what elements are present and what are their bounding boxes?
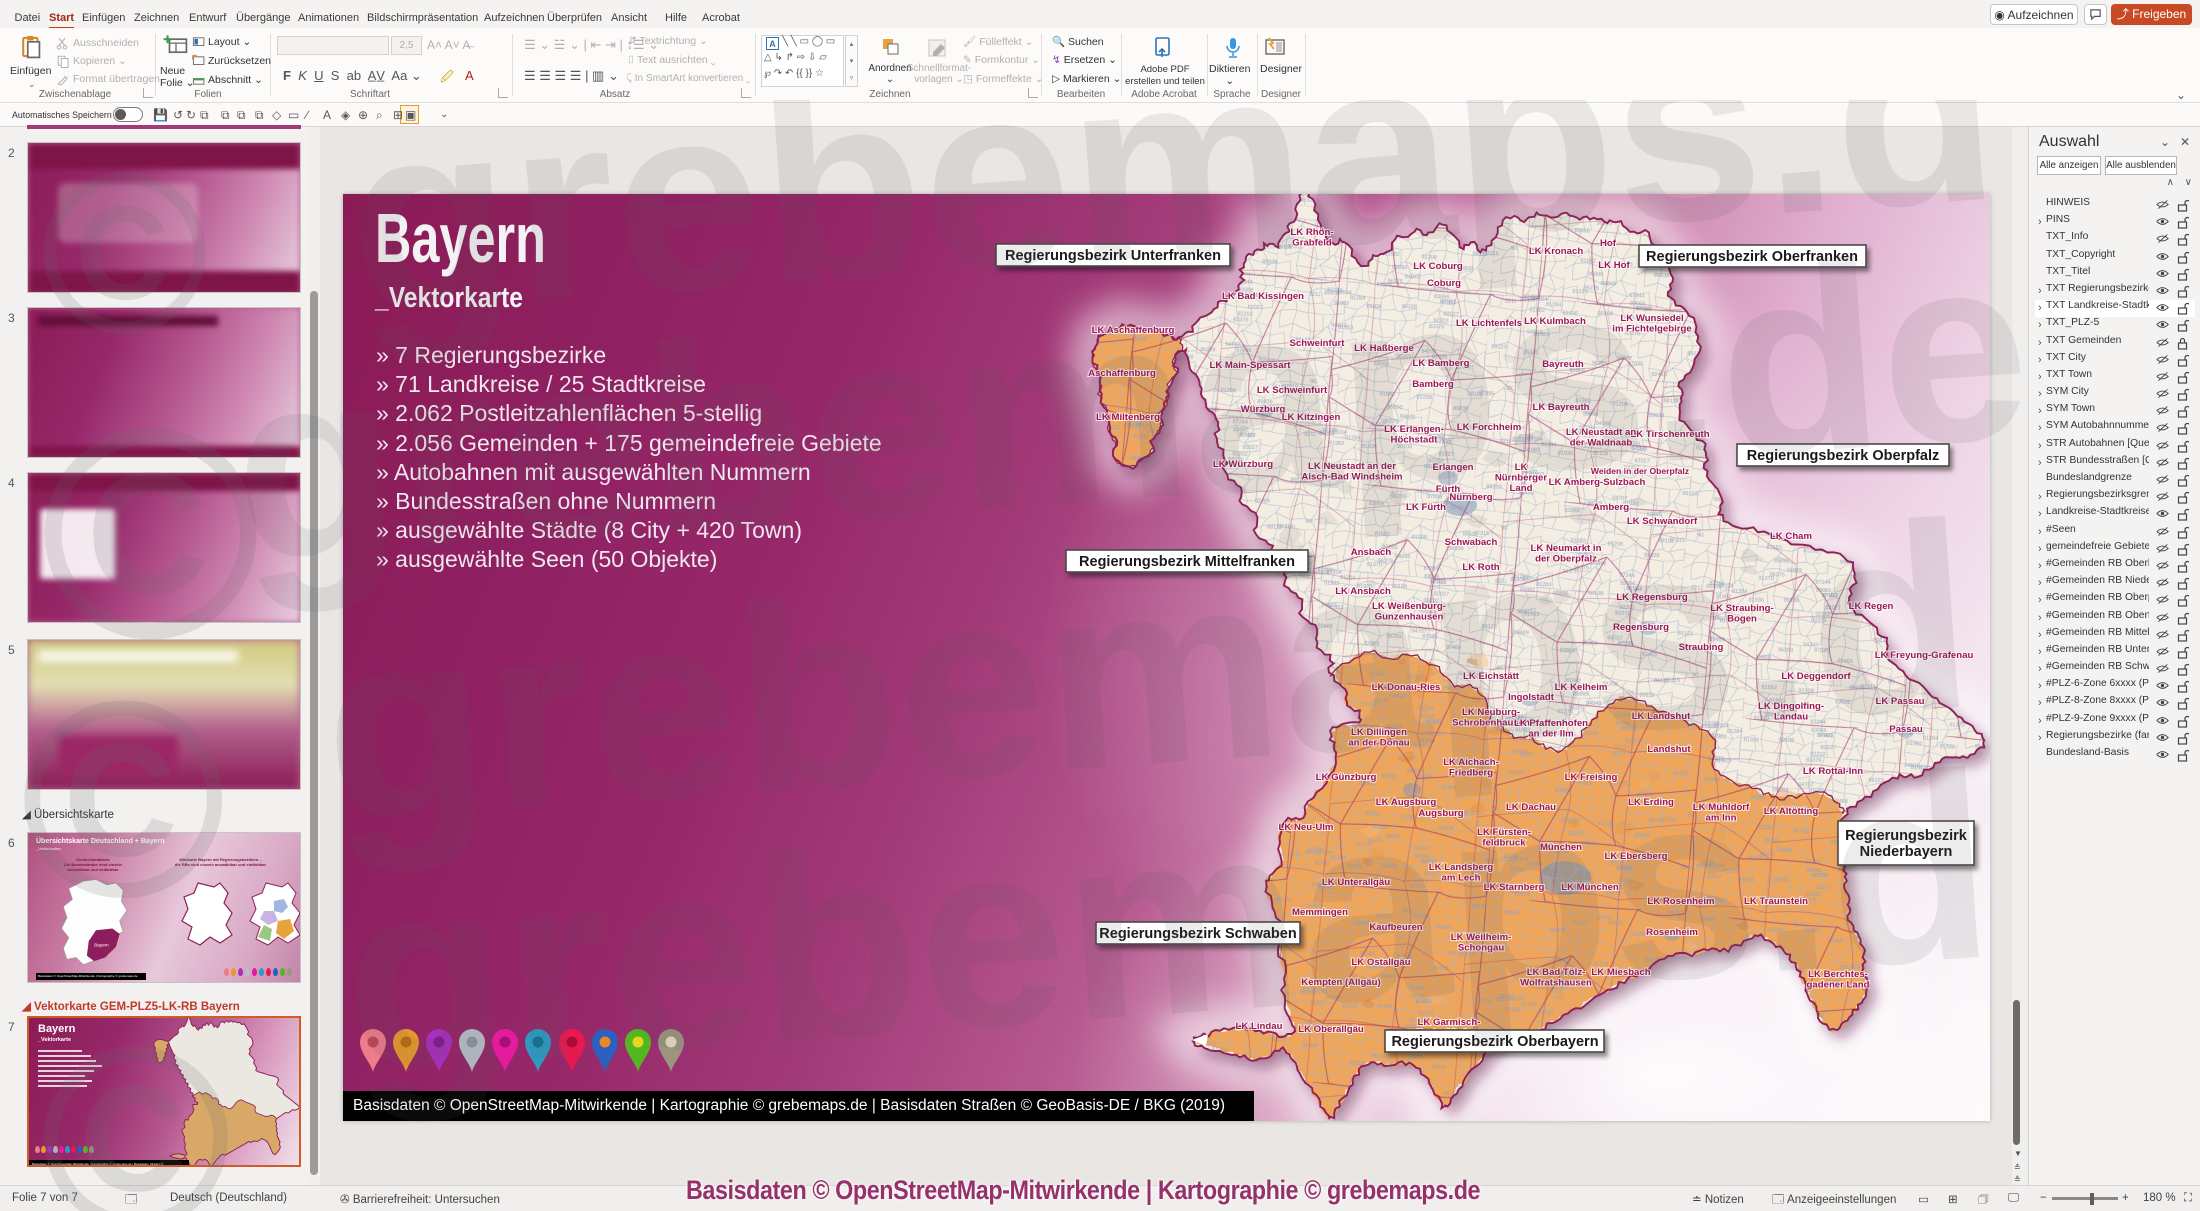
- svg-text:Rosenheim: Rosenheim: [1646, 927, 1698, 938]
- svg-text:LK Kulmbach: LK Kulmbach: [1524, 316, 1586, 327]
- svg-text:LK Miesbach: LK Miesbach: [1591, 967, 1650, 978]
- svg-text:LK Roth: LK Roth: [1462, 562, 1499, 573]
- svg-text:LK Landshut: LK Landshut: [1632, 711, 1691, 722]
- svg-text:LK Würzburg: LK Würzburg: [1213, 459, 1273, 470]
- svg-text:LK Erlangen-Höchstadt: LK Erlangen-Höchstadt: [1384, 424, 1444, 446]
- svg-text:LK Deggendorf: LK Deggendorf: [1781, 671, 1851, 682]
- svg-text:LK Altötting: LK Altötting: [1764, 806, 1819, 817]
- svg-text:LK Fürsten-feldbruck: LK Fürsten-feldbruck: [1477, 827, 1531, 849]
- svg-text:LK Neustadt ander Waldnaab: LK Neustadt ander Waldnaab: [1566, 427, 1637, 449]
- svg-text:LK Kelheim: LK Kelheim: [1555, 682, 1608, 693]
- svg-text:LK Wunsiedelim Fichtelgebirge: LK Wunsiedelim Fichtelgebirge: [1612, 313, 1691, 335]
- svg-text:LK Main-Spessart: LK Main-Spessart: [1209, 360, 1291, 371]
- svg-text:LK Dachau: LK Dachau: [1506, 802, 1556, 813]
- svg-text:LK Donau-Ries: LK Donau-Ries: [1372, 682, 1441, 693]
- svg-text:Kempten (Allgäu): Kempten (Allgäu): [1301, 977, 1380, 988]
- svg-text:LK Hof: LK Hof: [1598, 260, 1630, 271]
- svg-text:LK Kronach: LK Kronach: [1529, 246, 1584, 257]
- svg-text:LK Cham: LK Cham: [1770, 531, 1812, 542]
- svg-text:Memmingen: Memmingen: [1292, 907, 1348, 918]
- svg-text:LK Berchtes-gadener Land: LK Berchtes-gadener Land: [1807, 969, 1870, 991]
- svg-text:LK Günzburg: LK Günzburg: [1316, 772, 1377, 783]
- svg-text:Straubing: Straubing: [1679, 642, 1724, 653]
- svg-text:LK Freising: LK Freising: [1565, 772, 1618, 783]
- svg-text:Amberg: Amberg: [1593, 502, 1629, 513]
- svg-text:LK Dillingenan der Donau: LK Dillingenan der Donau: [1348, 727, 1409, 749]
- svg-text:LK Oberallgäu: LK Oberallgäu: [1298, 1024, 1364, 1035]
- svg-text:Schwabach: Schwabach: [1445, 537, 1498, 548]
- svg-text:Nürnberg: Nürnberg: [1449, 492, 1492, 503]
- svg-text:Regierungsbezirk Oberfranken: Regierungsbezirk Oberfranken: [1646, 249, 1858, 265]
- svg-text:LK Kitzingen: LK Kitzingen: [1282, 412, 1341, 423]
- svg-text:LK Lichtenfels: LK Lichtenfels: [1456, 318, 1522, 329]
- svg-text:LK Eichstätt: LK Eichstätt: [1463, 671, 1520, 682]
- svg-text:LK Neustadt an derAisch-Bad Wi: LK Neustadt an derAisch-Bad Windsheim: [1301, 461, 1402, 483]
- svg-text:LK Ostallgäu: LK Ostallgäu: [1351, 957, 1410, 968]
- svg-text:LK Bad Tölz-Wolfratshausen: LK Bad Tölz-Wolfratshausen: [1520, 967, 1592, 989]
- svg-text:Schweinfurt: Schweinfurt: [1290, 338, 1346, 349]
- svg-text:LK Weilheim-Schongau: LK Weilheim-Schongau: [1451, 932, 1512, 954]
- svg-text:LK Ansbach: LK Ansbach: [1335, 586, 1391, 597]
- svg-text:Regierungsbezirk Unterfranken: Regierungsbezirk Unterfranken: [1005, 248, 1221, 264]
- svg-text:LK Rosenheim: LK Rosenheim: [1647, 896, 1714, 907]
- svg-text:Regierungsbezirk Schwaben: Regierungsbezirk Schwaben: [1099, 926, 1296, 942]
- svg-text:Regierungsbezirk Oberpfalz: Regierungsbezirk Oberpfalz: [1747, 448, 1940, 464]
- svg-text:Regierungsbezirk Oberbayern: Regierungsbezirk Oberbayern: [1391, 1034, 1598, 1050]
- svg-text:LK Tirschenreuth: LK Tirschenreuth: [1630, 429, 1709, 440]
- svg-text:LK Passau: LK Passau: [1875, 696, 1924, 707]
- svg-text:LK Unterallgäu: LK Unterallgäu: [1322, 877, 1390, 888]
- svg-text:Aschaffenburg: Aschaffenburg: [1088, 368, 1156, 379]
- svg-text:LK Erding: LK Erding: [1628, 797, 1674, 808]
- svg-text:LK Bamberg: LK Bamberg: [1412, 358, 1469, 369]
- svg-text:LK Weißenburg-Gunzenhausen: LK Weißenburg-Gunzenhausen: [1372, 601, 1446, 623]
- svg-text:LK Freyung-Grafenau: LK Freyung-Grafenau: [1875, 650, 1974, 661]
- svg-text:LK Rhön-Grabfeld: LK Rhön-Grabfeld: [1290, 227, 1333, 249]
- svg-text:Erlangen: Erlangen: [1432, 462, 1473, 473]
- svg-text:LK Augsburg: LK Augsburg: [1376, 797, 1437, 808]
- svg-text:LK Aschaffenburg: LK Aschaffenburg: [1092, 325, 1175, 336]
- svg-text:Kaufbeuren: Kaufbeuren: [1369, 922, 1422, 933]
- svg-text:LK Rottal-Inn: LK Rottal-Inn: [1803, 766, 1863, 777]
- svg-text:Würzburg: Würzburg: [1241, 404, 1286, 415]
- svg-text:Regensburg: Regensburg: [1613, 622, 1669, 633]
- svg-text:LK Amberg-Sulzbach: LK Amberg-Sulzbach: [1549, 477, 1646, 488]
- svg-text:LK Haßberge: LK Haßberge: [1354, 343, 1414, 354]
- svg-text:LK Neu-Ulm: LK Neu-Ulm: [1279, 822, 1334, 833]
- svg-text:LK Fürth: LK Fürth: [1406, 502, 1446, 513]
- svg-text:LK Schwandorf: LK Schwandorf: [1627, 516, 1698, 527]
- svg-text:LK Starnberg: LK Starnberg: [1484, 882, 1545, 893]
- svg-text:Landshut: Landshut: [1647, 744, 1691, 755]
- svg-text:LK München: LK München: [1561, 882, 1619, 893]
- svg-text:Ansbach: Ansbach: [1351, 547, 1392, 558]
- svg-text:Hof: Hof: [1600, 238, 1617, 249]
- svg-text:LK Bad Kissingen: LK Bad Kissingen: [1222, 291, 1304, 302]
- svg-text:Weiden in der Oberpfalz: Weiden in der Oberpfalz: [1591, 466, 1689, 476]
- svg-text:LK Neumarkt inder Oberpfalz: LK Neumarkt inder Oberpfalz: [1531, 543, 1602, 565]
- svg-text:LK Traunstein: LK Traunstein: [1744, 896, 1808, 907]
- svg-text:München: München: [1540, 842, 1582, 853]
- svg-text:LK Regensburg: LK Regensburg: [1616, 592, 1688, 603]
- svg-text:Bayern: Bayern: [94, 943, 109, 948]
- svg-text:LK Aichach-Friedberg: LK Aichach-Friedberg: [1443, 757, 1499, 779]
- svg-text:Bamberg: Bamberg: [1412, 379, 1454, 390]
- svg-text:Passau: Passau: [1889, 724, 1923, 735]
- svg-text:Coburg: Coburg: [1427, 278, 1461, 289]
- svg-text:LK Miltenberg: LK Miltenberg: [1096, 412, 1160, 423]
- svg-text:Bayreuth: Bayreuth: [1542, 359, 1584, 370]
- svg-text:LK Lindau: LK Lindau: [1236, 1021, 1283, 1032]
- svg-text:Ingolstadt: Ingolstadt: [1508, 692, 1555, 703]
- svg-text:LK Bayreuth: LK Bayreuth: [1532, 402, 1589, 413]
- svg-text:LK Regen: LK Regen: [1849, 601, 1894, 612]
- svg-text:LK Coburg: LK Coburg: [1413, 261, 1463, 272]
- svg-text:LK Ebersberg: LK Ebersberg: [1605, 851, 1668, 862]
- svg-text:Augsburg: Augsburg: [1418, 808, 1463, 819]
- svg-text:Regierungsbezirk Mittelfranken: Regierungsbezirk Mittelfranken: [1079, 554, 1295, 570]
- svg-text:LK Forchheim: LK Forchheim: [1457, 422, 1522, 433]
- svg-text:LK Schweinfurt: LK Schweinfurt: [1257, 385, 1328, 396]
- svg-text:RegierungsbezirkNiederbayern: RegierungsbezirkNiederbayern: [1845, 828, 1968, 860]
